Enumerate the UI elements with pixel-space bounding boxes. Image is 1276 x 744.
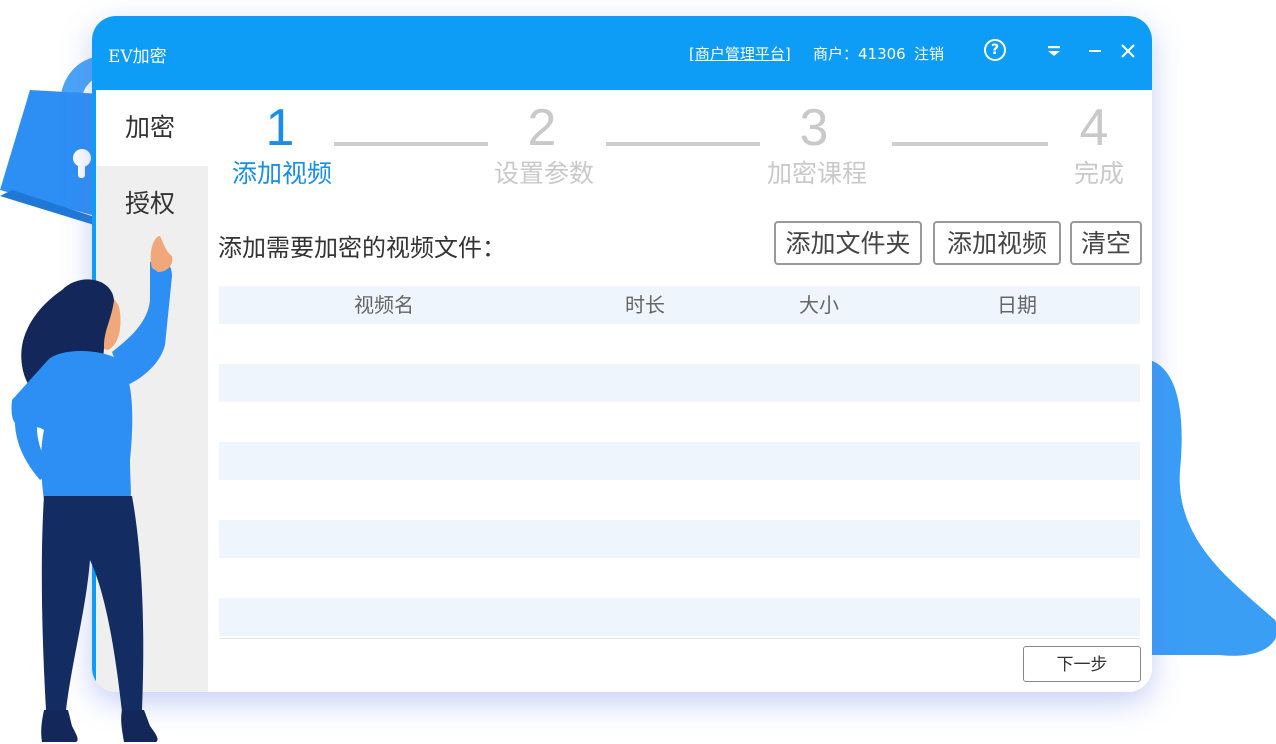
table-header: 视频名 时长 大小 日期 [219,286,1140,324]
column-header-duration[interactable]: 时长 [585,286,705,324]
step-2-number: 2 [527,99,557,157]
instruction-text: 添加需要加密的视频文件： [218,234,506,262]
column-header-size[interactable]: 大小 [759,286,879,324]
title-bar: EV加密 [商户管理平台] 商户：41306 注销 ? [92,16,1152,90]
table-row [219,598,1140,636]
step-3-label: 加密课程 [766,159,867,188]
table-row [219,559,1140,597]
add-video-button[interactable]: 添加视频 [933,221,1061,265]
column-header-date[interactable]: 日期 [957,286,1077,324]
step-1-label: 添加视频 [231,159,332,188]
step-3-number: 3 [799,99,829,157]
table-row [219,442,1140,480]
sidebar: 加密 授权 [92,90,208,692]
table-row [219,481,1140,519]
decor-shape-right [1150,360,1276,656]
step-connector [334,142,488,146]
table-row [219,364,1140,402]
table-row [219,325,1140,363]
close-icon[interactable] [1117,40,1139,62]
app-title: EV加密 [108,47,167,67]
step-4-number: 4 [1079,99,1109,157]
table-row [219,403,1140,441]
clear-button[interactable]: 清空 [1070,221,1142,265]
table-row [219,520,1140,558]
help-icon[interactable]: ? [984,39,1006,61]
dropdown-menu-icon[interactable] [1043,40,1065,62]
next-step-button[interactable]: 下一步 [1023,646,1141,682]
column-header-video-name[interactable]: 视频名 [259,286,509,324]
step-connector [606,142,760,146]
sidebar-item-authorize[interactable]: 授权 [92,166,208,242]
merchant-id-label: 商户：41306 [813,45,906,63]
step-2-label: 设置参数 [493,159,594,188]
app-window: EV加密 [商户管理平台] 商户：41306 注销 ? 加密 授权 1 2 3 … [92,16,1152,692]
add-folder-button[interactable]: 添加文件夹 [774,221,922,265]
step-connector [892,142,1048,146]
main-content: 1 2 3 4 添加视频 设置参数 加密课程 完成 添加需要加密的视频文件： 添… [208,90,1152,692]
video-file-table: 视频名 时长 大小 日期 [219,286,1140,638]
step-1-number: 1 [265,99,295,157]
step-4-label: 完成 [1073,159,1124,188]
merchant-platform-link[interactable]: [商户管理平台] [689,43,791,64]
sidebar-edge [92,90,96,692]
minimize-icon[interactable] [1084,40,1106,62]
logout-link[interactable]: 注销 [914,43,944,64]
sidebar-item-encrypt[interactable]: 加密 [92,90,208,166]
table-bottom-border [219,638,1140,639]
